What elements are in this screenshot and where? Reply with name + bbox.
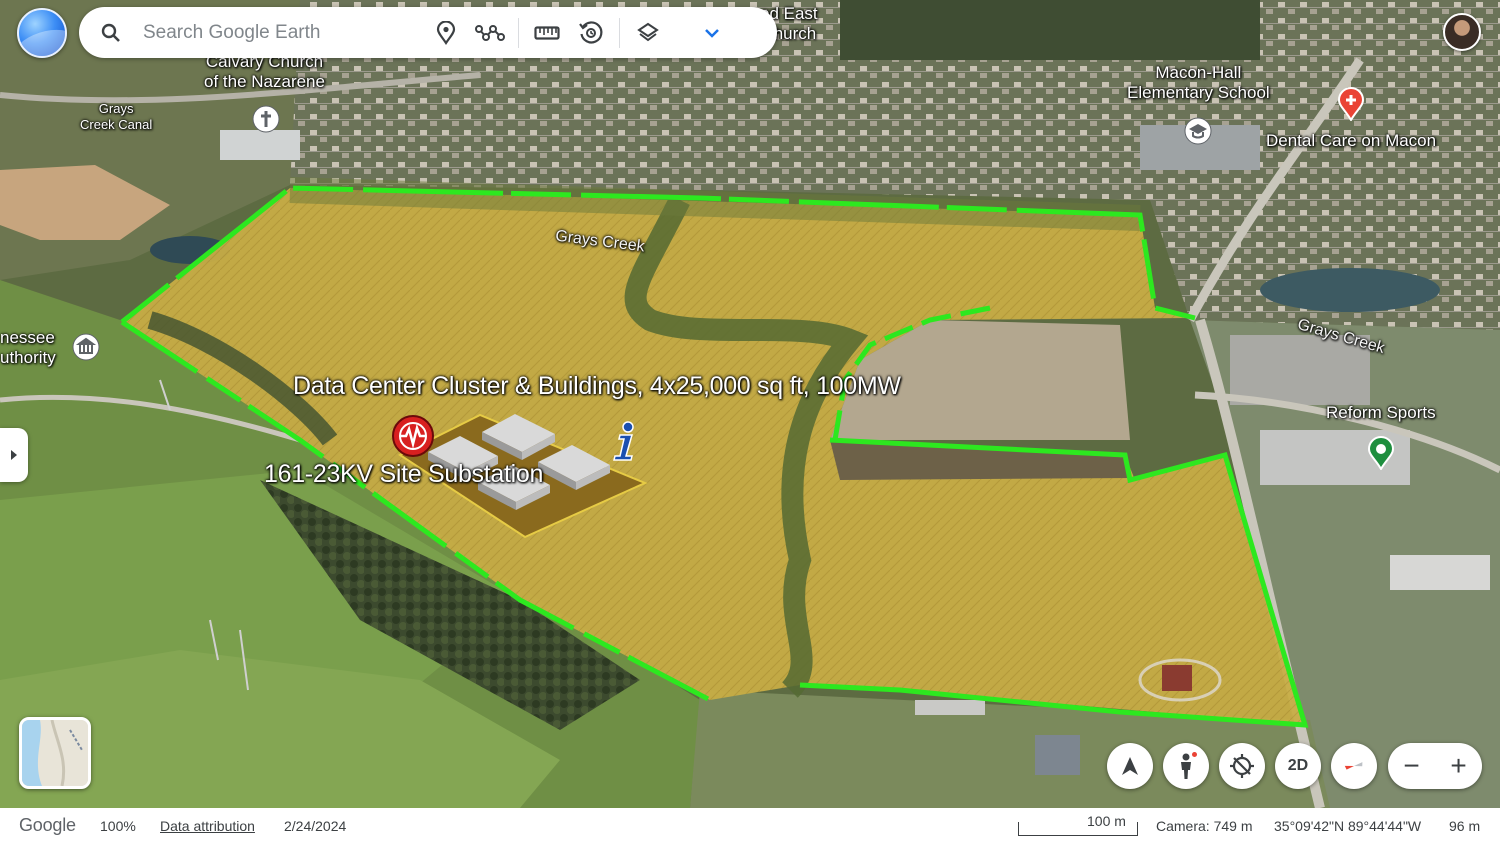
compass-button[interactable] [1331,743,1377,789]
user-avatar[interactable] [1443,13,1481,51]
zoom-in-button[interactable]: + [1435,743,1482,789]
chevron-down-icon [705,28,719,38]
search-input[interactable] [143,21,403,44]
annotation-substation[interactable]: 161-23KV Site Substation [264,460,543,489]
imagery-date: 2/24/2024 [284,818,347,834]
satellite-imagery [0,0,1500,808]
scale-bar [1018,822,1138,836]
data-attribution-link[interactable]: Data attribution [160,818,255,834]
side-panel-toggle[interactable] [0,428,28,482]
my-location-button[interactable] [1107,743,1153,789]
place-label-macon-hall[interactable]: Macon-Hall Elementary School [1127,63,1270,103]
search-icon[interactable] [101,23,121,43]
search-box[interactable] [79,7,424,58]
medical-pin-icon[interactable] [1336,87,1366,121]
google-logo: Google [19,815,76,835]
google-earth-logo[interactable] [17,8,67,58]
minimap[interactable] [19,717,91,789]
sports-pin-icon[interactable] [1366,436,1396,470]
status-bar: Google 100% Data attribution 2/24/2024 1… [0,808,1500,843]
government-pin-icon[interactable] [71,332,101,362]
church-pin-icon[interactable] [251,104,281,134]
toggle-2d-button[interactable]: 2D [1275,743,1321,789]
history-icon [579,20,603,44]
search-toolbar [79,7,777,58]
info-marker-icon[interactable] [606,420,640,462]
substation-marker-icon[interactable] [391,414,435,458]
chevron-right-icon [11,450,17,460]
annotation-data-center[interactable]: Data Center Cluster & Buildings, 4x25,00… [293,372,901,401]
camera-altitude: Camera: 749 m [1156,818,1253,834]
ruler-icon [534,25,560,40]
school-pin-icon[interactable] [1183,116,1213,146]
rotate-view-icon [1230,754,1254,778]
more-tools-button[interactable] [690,11,734,55]
minimap-thumbnail [22,720,88,786]
draw-path-button[interactable] [468,11,512,55]
map-viewport[interactable]: Calvary Church of the Nazarene od East C… [0,0,1500,808]
toolbar-divider [619,17,620,48]
place-label-grays-canal[interactable]: Grays Creek Canal [80,101,152,133]
zoom-out-button[interactable]: − [1388,743,1435,789]
add-placemark-button[interactable] [424,11,468,55]
zoom-control: − + [1388,743,1482,789]
place-label-reform-sports[interactable]: Reform Sports [1326,403,1436,423]
measure-button[interactable] [525,11,569,55]
place-label-dental[interactable]: Dental Care on Macon [1266,131,1436,151]
layers-icon [637,22,659,41]
path-icon [475,24,505,41]
map-style-button[interactable] [626,11,670,55]
navigation-arrow-icon [1122,757,1138,775]
tilt-view-button[interactable] [1219,743,1265,789]
place-label-authority[interactable]: nessee uthority [0,328,56,368]
cursor-elevation: 96 m [1449,818,1481,834]
toolbar-divider [518,17,519,48]
pegman-icon [1181,752,1197,779]
compass-icon [1344,762,1363,770]
street-view-button[interactable] [1163,743,1209,789]
historical-imagery-button[interactable] [569,11,613,55]
zoom-percentage: 100% [100,818,136,834]
place-pin-icon [436,20,456,45]
place-label-calvary[interactable]: Calvary Church of the Nazarene [204,52,325,92]
cursor-coordinates: 35°09'42"N 89°44'44"W [1274,818,1422,834]
